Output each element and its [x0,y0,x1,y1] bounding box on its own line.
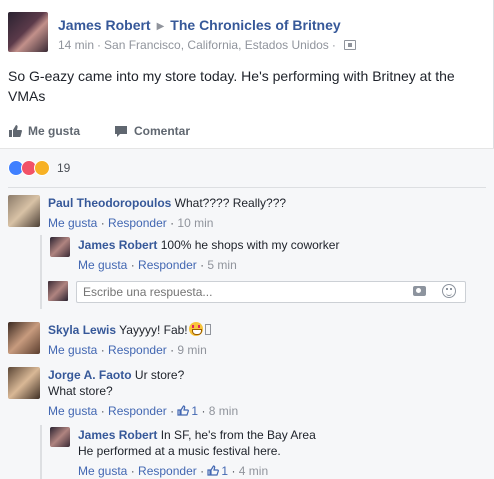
grinning-emoji-icon [188,322,203,336]
comment-text-line1: Ur store? [134,368,185,382]
comment-actions: Me gusta · Responder · 5 min [78,258,237,272]
comment-reply-link[interactable]: Responder [138,258,197,272]
comment-like-link[interactable]: Me gusta [48,404,97,418]
comment-text: 100% he shops with my coworker [160,238,340,252]
reply-input[interactable] [76,281,466,303]
like-label: Me gusta [28,124,81,138]
reply-input-row [48,281,468,303]
reactions-summary[interactable]: 19 [8,159,70,177]
comment-body: James Robert 100% he shops with my cowor… [78,237,494,273]
current-user-avatar [48,281,68,301]
post-time[interactable]: 14 min [58,38,94,52]
meta-separator: · [97,38,102,52]
like-count[interactable]: 1 [221,464,228,478]
commenter-avatar[interactable] [50,237,70,257]
comment-time[interactable]: 4 min [239,464,268,478]
post-actions: Me gusta Comentar [8,122,484,142]
meta-separator-2: · [331,38,336,52]
comment-body: Skyla Lewis Yayyyy! Fab! Me gusta · Resp… [48,322,468,358]
comment-like-link[interactable]: Me gusta [48,216,97,230]
commenter-avatar[interactable] [8,367,40,399]
comment-like-link[interactable]: Me gusta [48,343,97,357]
comment-label: Comentar [134,124,191,138]
post-text: So G-eazy came into my store today. He's… [8,68,455,104]
comments-section: 19 Paul Theodoropoulos What???? Really??… [0,148,494,479]
reply-thread: James Robert In SF, he's from the Bay Ar… [40,425,316,479]
author-avatar[interactable] [8,12,48,52]
post-header: James Robert ▶ The Chronicles of Britney 1… [8,12,483,56]
like-count-icon [207,465,220,476]
comment-actions: Me gusta · Responder · 10 min [48,216,214,230]
post-header-title: James Robert ▶ The Chronicles of Britney [58,17,341,33]
commenter-avatar[interactable] [8,195,40,227]
post-card: James Robert ▶ The Chronicles of Britney 1… [0,0,494,479]
audience-icon[interactable] [343,40,356,50]
commenter-avatar[interactable] [50,427,70,447]
comment-reply-link[interactable]: Responder [108,343,167,357]
camera-icon[interactable] [413,286,426,296]
commenter-name[interactable]: Skyla Lewis [48,323,116,337]
comment-body: Paul Theodoropoulos What???? Really??? M… [48,195,468,231]
comment-text: What???? Really??? [174,196,287,210]
reaction-count[interactable]: 19 [57,161,70,175]
comment-time[interactable]: 8 min [209,404,238,418]
emoji-icon[interactable] [442,284,456,298]
comment-time[interactable]: 10 min [177,216,213,230]
comment-text-line1: In SF, he's from the Bay Area [160,428,316,442]
comment-body: James Robert In SF, he's from the Bay Ar… [78,427,494,479]
like-count[interactable]: 1 [191,404,198,418]
comment-text: Yayyyy! Fab! [119,323,188,337]
wow-reaction-icon [34,160,50,176]
comment-text-line2: He performed at a music festival here. [78,444,281,458]
comment-reply-link[interactable]: Responder [108,216,167,230]
comment-text-line2: What store? [48,384,113,398]
post-location[interactable]: San Francisco, California, Estados Unido… [104,38,329,52]
unknown-glyph-icon [204,324,211,335]
comment-body: Jorge A. Faoto Ur store? What store? Me … [48,367,468,419]
comment-actions: Me gusta · Responder · 1 · 4 min [78,464,269,478]
comment-button[interactable]: Comentar [114,124,190,138]
comment-reply-link[interactable]: Responder [108,404,167,418]
comment-actions: Me gusta · Responder · 1 · 8 min [48,404,239,418]
comment-reply-link[interactable]: Responder [138,464,197,478]
like-button[interactable]: Me gusta [8,124,80,138]
commenter-name[interactable]: James Robert [78,238,157,252]
group-name-link[interactable]: The Chronicles of Britney [170,17,340,33]
author-name-link[interactable]: James Robert [58,17,151,33]
comment-icon [115,126,127,137]
post-meta: 14 min · San Francisco, California, Estado… [58,38,356,52]
reply-thread: James Robert 100% he shops with my cowor… [40,235,339,309]
commenter-name[interactable]: Paul Theodoropoulos [48,196,171,210]
divider [8,187,486,188]
commenter-avatar[interactable] [8,322,40,354]
comment-actions: Me gusta · Responder · 9 min [48,343,207,357]
like-count-icon [177,405,190,416]
commenter-name[interactable]: Jorge A. Faoto [48,368,132,382]
commenter-name[interactable]: James Robert [78,428,157,442]
thumbs-up-icon [9,125,22,137]
comment-time[interactable]: 5 min [207,258,236,272]
arrow-right-icon: ▶ [156,21,165,32]
comment-like-link[interactable]: Me gusta [78,258,127,272]
comment-like-link[interactable]: Me gusta [78,464,127,478]
comment-time[interactable]: 9 min [177,343,206,357]
